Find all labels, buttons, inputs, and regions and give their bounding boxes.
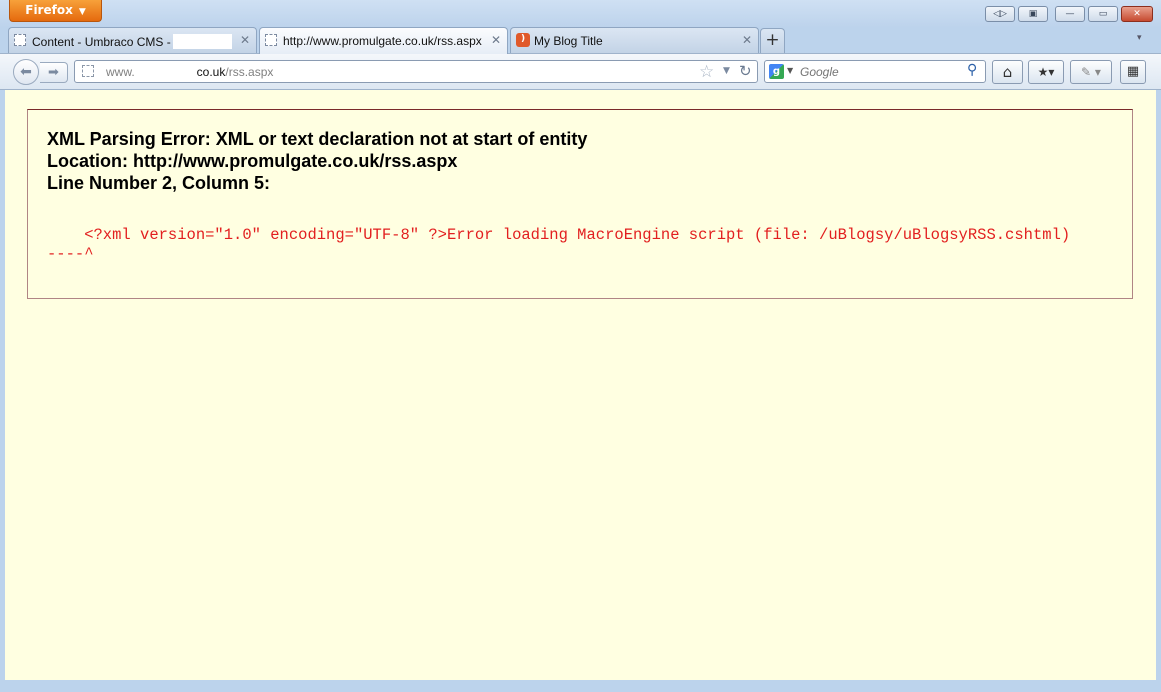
search-bar: g ▼ ⚲ — [764, 60, 986, 83]
blank-page-icon — [14, 34, 26, 46]
minimize-button[interactable]: — — [1055, 6, 1085, 22]
window-restore-group-icon[interactable]: ▣ — [1018, 6, 1048, 22]
tab-label: http://www.promulgate.co.uk/rss.aspx — [283, 34, 482, 48]
back-button[interactable]: ⬅ — [13, 59, 39, 85]
addon-icon: ✎ ▾ — [1081, 65, 1101, 79]
list-all-tabs-icon[interactable]: ▾ — [1137, 33, 1142, 43]
url-prefix: www. — [106, 65, 135, 79]
firefox-menu-button[interactable]: Firefox ▼ — [9, 0, 102, 22]
search-input[interactable] — [800, 63, 960, 80]
rss-feed-icon: ) — [516, 33, 530, 47]
redacted-text — [172, 34, 232, 49]
error-source-pointer: ----^ — [47, 245, 94, 263]
maximize-button[interactable]: ▭ — [1088, 6, 1118, 22]
home-icon: ⌂ — [1002, 63, 1013, 81]
tab-label: My Blog Title — [534, 34, 603, 48]
navigation-toolbar: ⬅ ➡ www.co.uk/rss.aspx ☆ ▼ ↻ g ▼ ⚲ ⌂ ★▾ … — [0, 53, 1161, 90]
tab-label: Content - Umbraco CMS - — [32, 35, 171, 49]
url-domain: co.uk — [196, 65, 226, 79]
new-tab-button[interactable]: + — [760, 28, 785, 53]
forward-button[interactable]: ➡ — [40, 62, 68, 83]
close-tab-icon[interactable]: ✕ — [491, 33, 501, 47]
blank-page-icon — [265, 34, 277, 46]
error-source-line: <?xml version="1.0" encoding="UTF-8" ?>E… — [47, 226, 1071, 244]
tab-my-blog[interactable]: ) My Blog Title ✕ — [510, 27, 759, 53]
addon-button[interactable]: ✎ ▾ — [1070, 60, 1112, 84]
forward-arrow-icon: ➡ — [48, 65, 59, 80]
xml-error-box: XML Parsing Error: XML or text declarati… — [27, 109, 1133, 299]
bookmarks-icon: ★▾ — [1037, 65, 1055, 79]
magnifier-icon[interactable]: ⚲ — [967, 62, 977, 78]
address-bar[interactable]: www. co.uk/rss.aspx ☆ ▼ ↻ — [74, 60, 758, 83]
menu-button[interactable]: ▦ — [1120, 60, 1146, 84]
error-message: XML Parsing Error: XML or text declarati… — [47, 129, 588, 149]
site-identity-icon[interactable] — [82, 65, 94, 77]
error-line-number: Line Number 2, Column 5: — [47, 173, 271, 193]
google-engine-icon[interactable]: g — [769, 64, 784, 79]
close-tab-icon[interactable]: ✕ — [742, 33, 752, 47]
url-text[interactable]: www. co.uk/rss.aspx — [106, 65, 273, 79]
reload-icon[interactable]: ↻ — [739, 62, 752, 80]
error-source: <?xml version="1.0" encoding="UTF-8" ?>E… — [47, 226, 1070, 264]
close-window-button[interactable]: ✕ — [1121, 6, 1153, 22]
grid-menu-icon: ▦ — [1126, 64, 1140, 79]
tab-umbraco[interactable]: Content - Umbraco CMS -.. ✕ — [8, 27, 257, 53]
back-arrow-icon: ⬅ — [20, 64, 32, 80]
firefox-menu-label: Firefox — [25, 3, 73, 17]
home-button[interactable]: ⌂ — [992, 60, 1023, 84]
error-location: Location: http://www.promulgate.co.uk/rs… — [47, 151, 458, 171]
engine-dropdown-icon[interactable]: ▼ — [787, 66, 793, 75]
close-tab-icon[interactable]: ✕ — [240, 33, 250, 47]
url-path: /rss.aspx — [225, 65, 274, 79]
bookmark-star-icon[interactable]: ☆ — [699, 62, 714, 82]
history-dropdown-icon[interactable]: ▼ — [723, 66, 730, 76]
title-bar: Firefox ▼ ◁▷ ▣ — ▭ ✕ — [0, 0, 1161, 27]
tab-rss-aspx[interactable]: http://www.promulgate.co.uk/rss.aspx ✕ — [259, 27, 508, 54]
window-bottom-edge — [0, 680, 1161, 692]
tab-strip: Content - Umbraco CMS -.. ✕ http://www.p… — [0, 27, 1161, 54]
bookmarks-button[interactable]: ★▾ — [1028, 60, 1064, 84]
page-content: XML Parsing Error: XML or text declarati… — [5, 90, 1156, 680]
chevron-down-icon: ▼ — [78, 7, 86, 17]
error-heading: XML Parsing Error: XML or text declarati… — [47, 128, 587, 194]
window-resize-icon[interactable]: ◁▷ — [985, 6, 1015, 22]
